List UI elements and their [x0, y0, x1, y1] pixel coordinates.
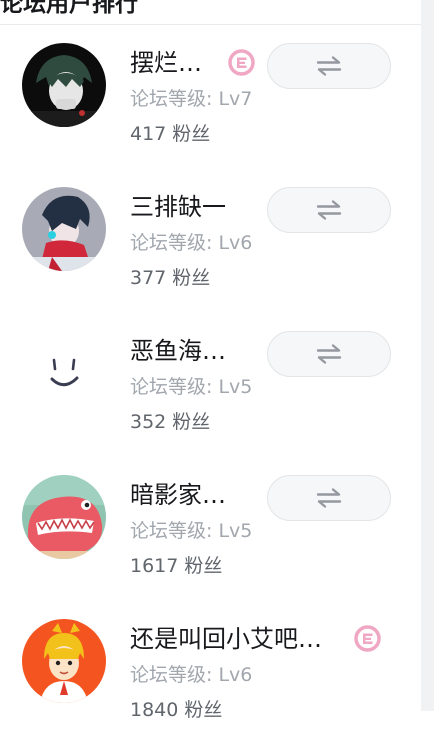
- list-item: 恶鱼海… 论坛等级: Lv5 352 粉丝: [0, 313, 421, 457]
- list-item: 摆烂… 论坛等级: Lv7 417 粉丝: [0, 25, 421, 169]
- avatar-image: [22, 187, 106, 271]
- avatar[interactable]: [22, 619, 106, 703]
- avatar[interactable]: [22, 187, 106, 271]
- scrollbar-track[interactable]: [421, 0, 434, 711]
- avatar-image: [22, 43, 106, 127]
- avatar[interactable]: [22, 43, 106, 127]
- user-name[interactable]: 暗影家…: [130, 478, 226, 512]
- user-fans-count: 1840 粉丝: [130, 699, 223, 721]
- exchange-arrows-icon: [316, 344, 342, 364]
- level-badge-icon: [228, 49, 255, 76]
- user-fans-count: 352 粉丝: [130, 411, 211, 433]
- user-name[interactable]: 还是叫回小艾吧…: [130, 622, 322, 656]
- user-fans-count: 377 粉丝: [130, 267, 211, 289]
- ranking-header: 论坛用户排行: [0, 0, 421, 25]
- user-fans-count: 417 粉丝: [130, 123, 211, 145]
- avatar-image: [22, 331, 106, 415]
- page-title: 论坛用户排行: [0, 0, 138, 17]
- user-level: 论坛等级: Lv5: [130, 520, 253, 542]
- user-level: 论坛等级: Lv7: [130, 88, 253, 110]
- list-item: 还是叫回小艾吧… 论坛等级: Lv6 1840 粉丝: [0, 601, 421, 745]
- user-fans-count: 1617 粉丝: [130, 555, 223, 577]
- avatar[interactable]: [22, 331, 106, 415]
- avatar-image: [22, 619, 106, 703]
- follow-button[interactable]: [267, 43, 391, 89]
- exchange-arrows-icon: [316, 200, 342, 220]
- exchange-arrows-icon: [316, 56, 342, 76]
- user-rank-list: 摆烂… 论坛等级: Lv7 417 粉丝 三排缺一 论坛等级: Lv6 377 …: [0, 25, 421, 745]
- follow-button[interactable]: [267, 331, 391, 377]
- list-item: 三排缺一 论坛等级: Lv6 377 粉丝: [0, 169, 421, 313]
- user-level: 论坛等级: Lv6: [130, 664, 253, 686]
- user-level: 论坛等级: Lv6: [130, 232, 253, 254]
- avatar-image: [22, 475, 106, 559]
- level-badge-icon: [354, 625, 381, 652]
- user-name[interactable]: 恶鱼海…: [130, 334, 226, 368]
- exchange-arrows-icon: [316, 488, 342, 508]
- user-name[interactable]: 三排缺一: [130, 190, 226, 224]
- list-item: 暗影家… 论坛等级: Lv5 1617 粉丝: [0, 457, 421, 601]
- avatar[interactable]: [22, 475, 106, 559]
- user-name[interactable]: 摆烂…: [130, 46, 202, 80]
- follow-button[interactable]: [267, 187, 391, 233]
- follow-button[interactable]: [267, 475, 391, 521]
- user-level: 论坛等级: Lv5: [130, 376, 253, 398]
